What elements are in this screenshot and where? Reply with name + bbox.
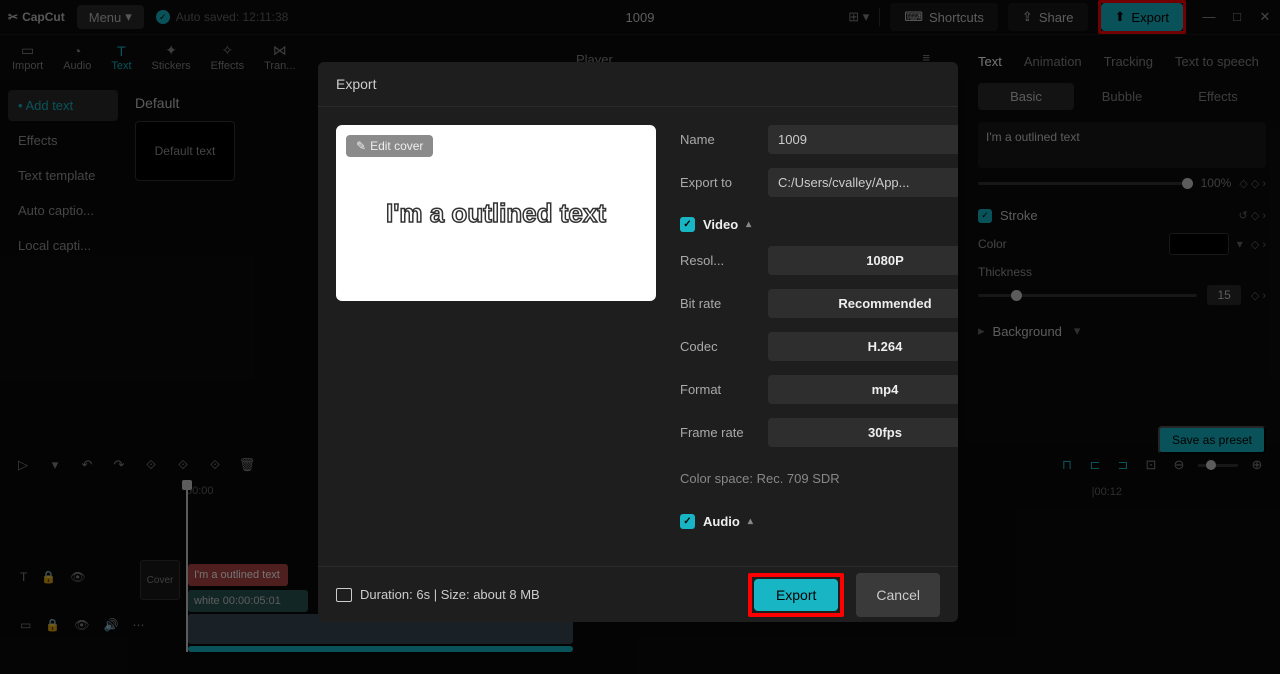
export-modal: Export ✎ Edit cover I'm a outlined text …: [318, 62, 958, 622]
video-collapse-icon[interactable]: ▴: [746, 219, 751, 230]
format-select[interactable]: mp4: [768, 375, 958, 404]
format-label: Format: [680, 382, 756, 397]
export-to-label: Export to: [680, 175, 756, 190]
audio-checkbox[interactable]: ✓: [680, 514, 695, 529]
name-label: Name: [680, 132, 756, 147]
framerate-label: Frame rate: [680, 425, 756, 440]
resolution-select[interactable]: 1080P: [768, 246, 958, 275]
modal-title: Export: [318, 62, 958, 107]
codec-select[interactable]: H.264: [768, 332, 958, 361]
name-input[interactable]: [768, 125, 958, 154]
export-to-input[interactable]: [768, 168, 958, 197]
edit-cover-button[interactable]: ✎ Edit cover: [346, 135, 433, 157]
preview-column: ✎ Edit cover I'm a outlined text: [336, 125, 656, 548]
export-form: Name Export to 📁 ✓ Video ▴ Resol... 1080…: [680, 125, 958, 548]
audio-collapse-icon[interactable]: ▴: [748, 516, 753, 527]
preview-text: I'm a outlined text: [386, 198, 606, 229]
video-section-label: Video: [703, 217, 738, 232]
codec-label: Codec: [680, 339, 756, 354]
colorspace-info: Color space: Rec. 709 SDR: [680, 471, 958, 486]
export-button-modal[interactable]: Export: [754, 579, 838, 611]
film-icon: [336, 588, 352, 602]
video-checkbox[interactable]: ✓: [680, 217, 695, 232]
audio-section-label: Audio: [703, 514, 740, 529]
framerate-select[interactable]: 30fps: [768, 418, 958, 447]
modal-footer: Duration: 6s | Size: about 8 MB Export C…: [318, 566, 958, 622]
resolution-label: Resol...: [680, 253, 756, 268]
duration-info: Duration: 6s | Size: about 8 MB: [336, 587, 540, 602]
bitrate-select[interactable]: Recommended: [768, 289, 958, 318]
bitrate-label: Bit rate: [680, 296, 756, 311]
pencil-icon: ✎: [356, 139, 366, 153]
export-highlight-modal: Export: [748, 573, 844, 617]
cancel-button[interactable]: Cancel: [856, 573, 940, 617]
cover-preview: ✎ Edit cover I'm a outlined text: [336, 125, 656, 301]
